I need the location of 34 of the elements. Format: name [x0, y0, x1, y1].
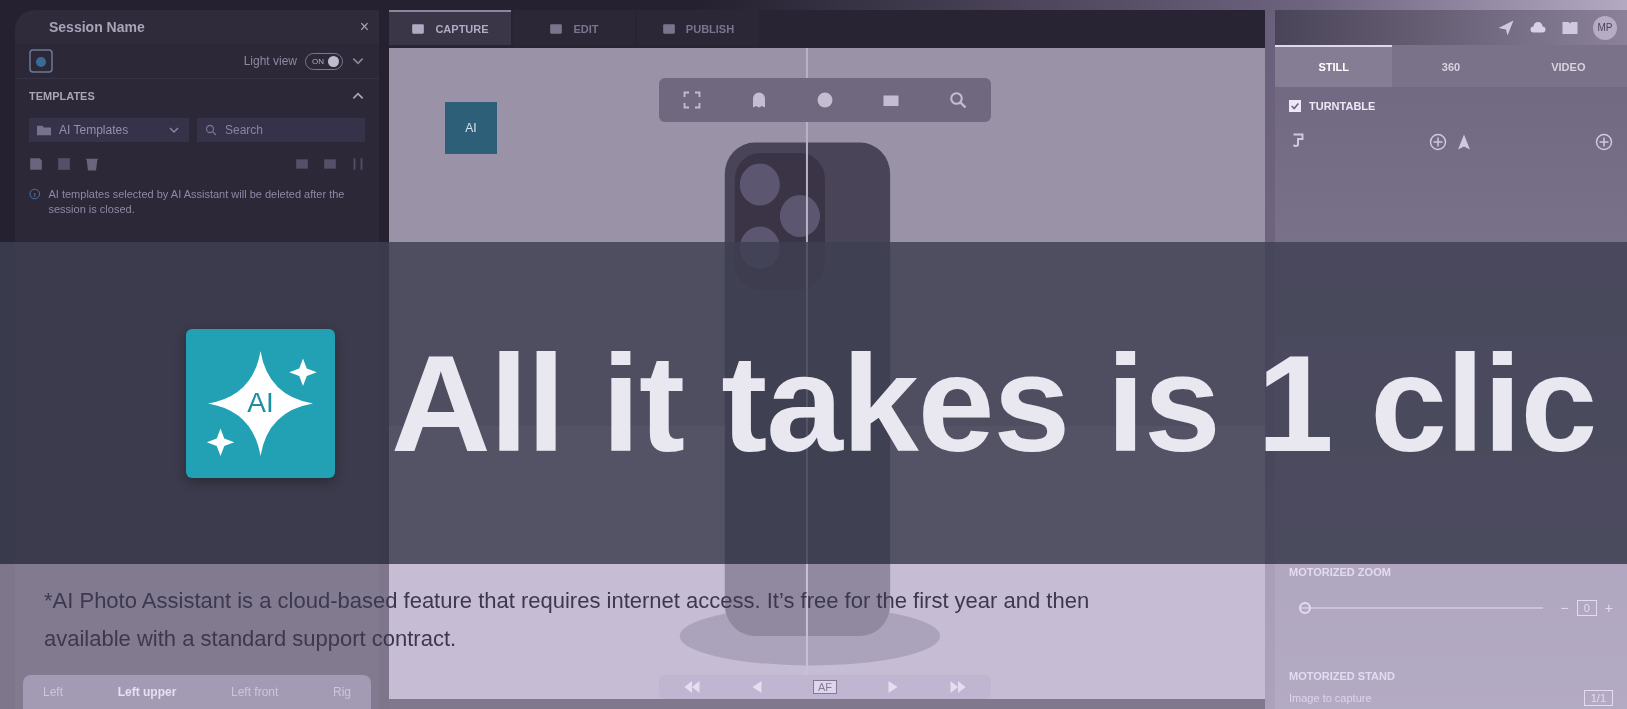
arrow-up-icon[interactable]: [1455, 133, 1473, 151]
chevron-down-icon: [167, 124, 181, 136]
camera-icon[interactable]: [29, 49, 53, 73]
templates-heading: TEMPLATES: [29, 90, 95, 102]
save-icon[interactable]: [29, 157, 43, 171]
send-icon[interactable]: [1497, 18, 1515, 37]
sort-icon[interactable]: [351, 157, 365, 171]
minus-button[interactable]: −: [1560, 600, 1569, 616]
ai-sparkle-icon[interactable]: AI: [445, 102, 497, 154]
ai-sparkle-icon: AI: [186, 328, 335, 478]
light-view-label: Light view: [243, 54, 297, 68]
mode-tab[interactable]: CAPTURE: [389, 10, 511, 45]
plus-button[interactable]: +: [1604, 600, 1613, 616]
turntable-heading: TURNTABLE: [1309, 100, 1376, 112]
shot-type-tab[interactable]: 360: [1392, 45, 1510, 87]
close-button[interactable]: ×: [359, 18, 369, 36]
info-icon: [29, 187, 41, 201]
add-icon[interactable]: [1429, 133, 1447, 151]
search-field[interactable]: Search: [197, 118, 365, 142]
turntable-checkbox[interactable]: [1289, 100, 1301, 112]
folder-dropdown[interactable]: AI Templates: [29, 118, 189, 142]
user-avatar[interactable]: MP: [1593, 15, 1617, 40]
folder-icon: [37, 124, 51, 136]
af-button[interactable]: AF: [812, 680, 838, 694]
zone-option[interactable]: Left upper: [117, 685, 177, 699]
shot-type-tab[interactable]: VIDEO: [1509, 45, 1627, 87]
trash-icon[interactable]: [85, 157, 99, 171]
session-name: Session Name: [49, 19, 146, 35]
headline: All it takes is 1 clic: [391, 324, 1597, 482]
focus-icon[interactable]: [683, 91, 702, 109]
zoom-icon[interactable]: [948, 91, 967, 109]
shot-type-tab[interactable]: STILL: [1275, 45, 1393, 87]
add-icon[interactable]: [1595, 133, 1613, 151]
info-text: AI templates selected by AI Assistant will be deleted after the session is closed.: [48, 187, 346, 217]
